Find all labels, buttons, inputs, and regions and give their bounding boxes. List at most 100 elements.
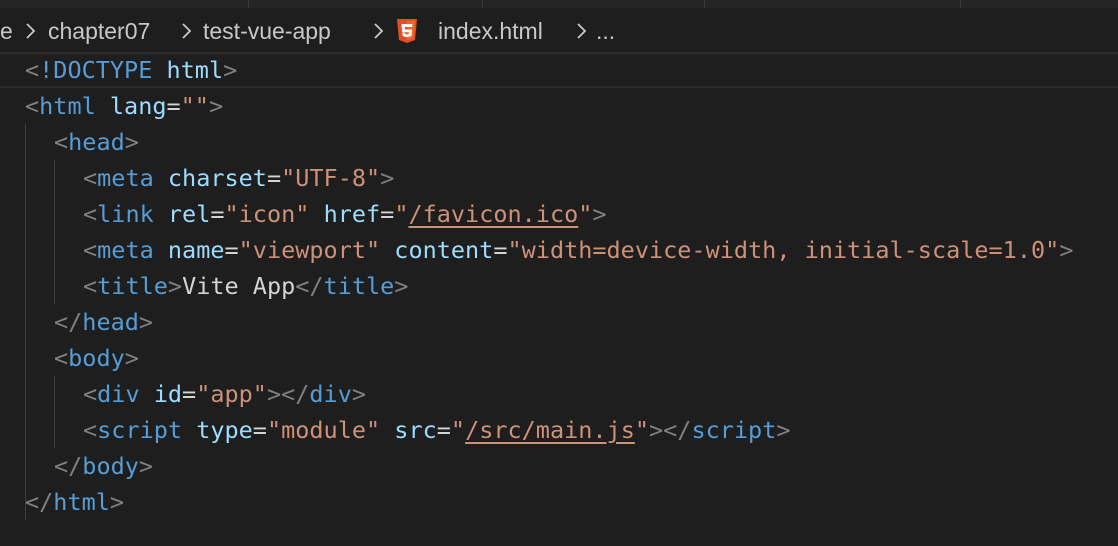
tab-separator [482, 0, 483, 8]
code-token-text: = [266, 164, 282, 192]
code-token-bracket: < [83, 272, 98, 300]
code-token-bracket: < [54, 344, 69, 372]
code-token-text: = [252, 416, 267, 444]
code-token-bracket: </ [25, 488, 54, 516]
code-token-bracket: < [83, 236, 98, 264]
code-token-attribute-name: content [394, 236, 494, 264]
chevron-right-icon [177, 21, 195, 41]
code-token-tag-name: html [39, 92, 110, 120]
indent-guide [54, 376, 55, 448]
code-token-tag-name: script [97, 416, 197, 444]
code-token-attribute-name: lang [109, 92, 167, 120]
code-line-4[interactable]: <meta charset="UTF-8"> [83, 160, 394, 196]
html5-icon [396, 19, 418, 43]
code-token-tag-name: div [309, 380, 352, 408]
breadcrumb-item-parent[interactable]: e [0, 18, 13, 44]
code-token-bracket: < [83, 380, 98, 408]
code-token-attribute-value: "icon" [224, 200, 324, 228]
code-token-bracket: > [1059, 236, 1074, 264]
code-token-attribute-value: "UTF-8" [281, 164, 381, 192]
code-token-attribute-value: " [634, 416, 649, 444]
breadcrumb: e chapter07 test-vue-app index.html ... [0, 8, 1118, 54]
code-token-bracket: </ [295, 272, 324, 300]
code-token-attribute-name: html [166, 56, 224, 84]
code-line-9[interactable]: <body> [54, 340, 139, 376]
code-token-attribute-value: "width=device-width, initial-scale=1.0" [507, 236, 1060, 264]
code-token-bracket: > [167, 272, 183, 300]
code-token-attribute-value-link: /favicon.ico [408, 200, 579, 228]
code-line-8[interactable]: </head> [54, 304, 153, 340]
tab-separator [960, 0, 961, 8]
code-token-attribute-value: "" [180, 92, 209, 120]
code-token-tag-name: link [97, 200, 168, 228]
code-token-attribute-value: " [578, 200, 593, 228]
code-token-attribute-name: href [323, 200, 381, 228]
code-token-attribute-value: "app" [196, 380, 267, 408]
code-token-tag-name: head [68, 128, 125, 156]
code-token-bracket: < [83, 200, 98, 228]
code-line-5[interactable]: <link rel="icon" href="/favicon.ico"> [83, 196, 607, 232]
tab-separator [704, 0, 705, 8]
code-token-text: = [436, 416, 451, 444]
breadcrumb-item-symbols[interactable]: ... [596, 18, 615, 44]
code-line-3[interactable]: <head> [54, 124, 139, 160]
code-token-tag-name: title [323, 272, 395, 300]
breadcrumb-item-file[interactable]: index.html [438, 18, 543, 44]
code-token-attribute-name: name [167, 236, 225, 264]
code-token-text: Vite App [182, 272, 296, 300]
code-token-tag-name: script [691, 416, 777, 444]
chevron-right-icon [369, 21, 387, 41]
code-token-attribute-value: " [450, 416, 466, 444]
code-token-text: = [380, 200, 395, 228]
code-token-bracket: < [25, 56, 40, 84]
indent-guide [54, 160, 55, 304]
code-token-attribute-value: "viewport" [238, 236, 395, 264]
code-token-attribute-name: rel [167, 200, 211, 228]
breadcrumb-item-test-vue-app[interactable]: test-vue-app [203, 18, 331, 44]
code-line-12[interactable]: </body> [54, 448, 153, 484]
code-token-attribute-name: id [153, 380, 183, 408]
code-token-bracket: < [83, 164, 98, 192]
code-line-10[interactable]: <div id="app"></div> [83, 376, 366, 412]
code-line-6[interactable]: <meta name="viewport" content="width=dev… [83, 232, 1073, 268]
code-line-13[interactable]: </html> [25, 484, 124, 520]
code-token-tag-name: !DOCTYPE [39, 56, 167, 84]
code-token-attribute-name: src [394, 416, 437, 444]
code-token-bracket: > [223, 56, 238, 84]
code-token-tag-name: title [97, 272, 168, 300]
code-token-tag-name: meta [97, 164, 168, 192]
breadcrumb-item-chapter07[interactable]: chapter07 [48, 18, 150, 44]
chevron-right-icon [21, 21, 39, 41]
code-token-attribute-value: " [394, 200, 409, 228]
code-token-bracket: < [54, 128, 69, 156]
code-line-2[interactable]: <html lang=""> [25, 88, 223, 124]
code-editor[interactable]: <!DOCTYPE html> <html lang=""> <head> <m… [0, 52, 1118, 546]
code-token-bracket: < [83, 416, 98, 444]
code-token-bracket: > [380, 164, 395, 192]
code-token-text: = [493, 236, 508, 264]
code-token-bracket: ></ [266, 380, 310, 408]
code-line-11[interactable]: <script type="module" src="/src/main.js"… [83, 412, 791, 448]
code-token-tag-name: body [82, 452, 139, 480]
indent-guide [25, 124, 26, 520]
code-token-bracket: ></ [649, 416, 692, 444]
code-token-bracket: > [394, 272, 409, 300]
code-token-bracket: > [351, 380, 367, 408]
code-token-bracket: > [138, 452, 154, 480]
code-line-7[interactable]: <title>Vite App</title> [83, 268, 408, 304]
chevron-right-icon [572, 21, 590, 41]
code-token-bracket: > [124, 344, 139, 372]
code-token-bracket: < [25, 92, 40, 120]
code-token-tag-name: meta [97, 236, 168, 264]
code-token-bracket: > [109, 488, 125, 516]
code-token-text: = [182, 380, 197, 408]
tab-separator [248, 0, 249, 8]
code-token-attribute-value: "module" [266, 416, 395, 444]
code-token-bracket: > [592, 200, 607, 228]
code-token-attribute-name: charset [167, 164, 267, 192]
code-token-tag-name: head [82, 308, 139, 336]
code-token-tag-name: html [53, 488, 110, 516]
code-token-text: = [166, 92, 181, 120]
code-line-1[interactable]: <!DOCTYPE html> [25, 52, 237, 88]
code-token-tag-name: body [68, 344, 125, 372]
